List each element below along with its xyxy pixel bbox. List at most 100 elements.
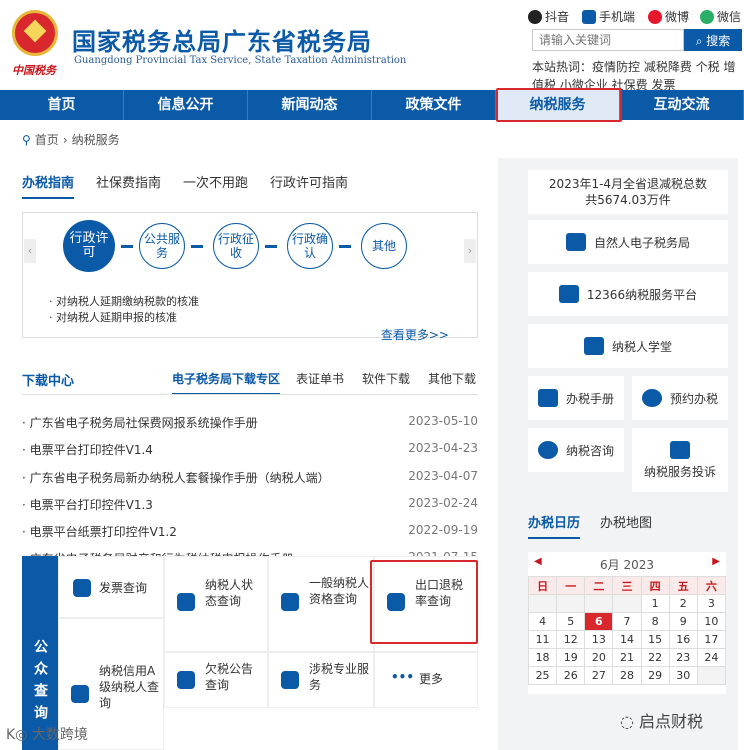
more-dots-icon: ••• [391,670,415,684]
calendar-month: 6月 2023 [600,558,654,572]
calendar-day[interactable]: 10 [696,612,727,631]
clock-icon [641,389,662,407]
tab-etax-download[interactable]: 电子税务局下载专区 [172,370,281,395]
nav-news[interactable]: 新闻动态 [248,90,372,120]
tax-arrears-button[interactable]: 欠税公告查询 [164,652,268,708]
invoice-query-button[interactable]: 发票查询 [58,556,164,618]
taxpayer-status-button[interactable]: 纳税人状态查询 [164,556,268,652]
calendar-day[interactable]: 6 [584,612,614,631]
download-row[interactable]: · 广东省电子税务局新办纳税人套餐操作手册（纳税人端） 2023-04-07 [22,469,478,486]
calendar-day[interactable]: 25 [527,666,558,685]
guide-item[interactable]: · 对纳税人延期申报的核准 [49,309,177,325]
calendar-day[interactable]: 21 [612,648,642,667]
export-rebate-button[interactable]: 出口退税率查询 [374,556,478,652]
calendar-day[interactable]: 5 [556,612,586,631]
search-input[interactable] [532,29,684,51]
flow-license[interactable]: 行政许可 [63,220,115,272]
tab-tax-map[interactable]: 办税地图 [600,512,652,539]
tab-software[interactable]: 软件下载 [362,370,410,395]
calendar-day[interactable]: 19 [556,648,586,667]
calendar-day[interactable]: 12 [556,630,586,649]
tab-no-trip[interactable]: 一次不用跑 [183,172,248,199]
calendar-day[interactable]: 30 [668,666,698,685]
calendar-day[interactable]: 13 [584,630,614,649]
guide-item[interactable]: · 对纳税人延期缴纳税款的核准 [49,293,199,309]
service-complaint-button[interactable]: 纳税服务投诉 [632,428,728,492]
tab-social-guide[interactable]: 社保费指南 [96,172,161,199]
download-row[interactable]: · 电票平台打印控件V1.3 2023-02-24 [22,496,478,513]
calendar-day[interactable]: 26 [556,666,586,685]
calendar-day[interactable]: 2 [668,594,698,613]
wechat-link[interactable]: 微信 [700,8,741,25]
flow-collection[interactable]: 行政征收 [213,223,259,269]
calendar-day[interactable]: 14 [612,630,642,649]
calendar-day[interactable]: 9 [668,612,698,631]
calendar-day[interactable]: 8 [640,612,670,631]
general-taxpayer-button[interactable]: 一般纳税人资格查询 [268,556,374,652]
tax-professional-button[interactable]: 涉税专业服务 [268,652,374,708]
breadcrumb: ⚲ 首页 › 纳税服务 [22,131,120,148]
nav-interaction[interactable]: 互动交流 [620,90,744,120]
tax-professional-icon [281,671,299,689]
tax-arrears-icon [177,671,195,689]
calendar-weekday: 三 [612,576,642,595]
calendar-day[interactable]: 11 [527,630,558,649]
tax-reduction-summary[interactable]: 2023年1-4月全省退减税总数共5674.03万件 [528,170,728,214]
calendar-day[interactable]: 24 [696,648,727,667]
flow-confirmation[interactable]: 行政确认 [287,223,333,269]
calendar-day[interactable]: 17 [696,630,727,649]
more-query-button[interactable]: ••• 更多 [374,652,478,708]
weibo-link[interactable]: 微博 [648,8,689,25]
tab-tax-calendar[interactable]: 办税日历 [528,512,581,539]
calendar-day[interactable]: 29 [640,666,670,685]
natural-person-etax-button[interactable]: 自然人电子税务局 [528,220,728,264]
calendar-day[interactable]: 22 [640,648,670,667]
nav-policy[interactable]: 政策文件 [372,90,496,120]
douyin-link[interactable]: 抖音 [528,8,569,25]
calendar-day[interactable]: 7 [612,612,642,631]
calendar-day[interactable]: 18 [527,648,558,667]
guide-more-link[interactable]: 查看更多>> [381,326,449,343]
calendar-weekday: 四 [640,576,670,595]
tab-other-download[interactable]: 其他下载 [428,370,476,395]
calendar-day[interactable]: 16 [668,630,698,649]
search-button[interactable]: ⌕ 搜索 [684,29,742,51]
calendar-day[interactable]: 28 [612,666,642,685]
weibo-icon [648,9,662,24]
calendar-day[interactable]: 1 [640,594,670,613]
calendar-day[interactable]: 4 [527,612,558,631]
tax-consult-button[interactable]: 纳税咨询 [528,428,624,472]
mobile-link[interactable]: 手机端 [582,8,635,25]
12366-platform-button[interactable]: 12366纳税服务平台 [528,272,728,316]
appointment-button[interactable]: 预约办税 [632,376,728,420]
breadcrumb-current: 纳税服务 [71,133,120,147]
calendar-day[interactable]: 3 [696,594,727,613]
next-month-button[interactable]: ▶ [712,556,720,567]
nav-home[interactable]: 首页 [0,90,124,120]
tab-license-guide[interactable]: 行政许可指南 [270,172,348,199]
tab-forms[interactable]: 表证单书 [296,370,344,395]
calendar-day[interactable]: 20 [584,648,614,667]
calendar-day[interactable]: 27 [584,666,614,685]
nav-tax-service[interactable]: 纳税服务 [496,90,620,120]
breadcrumb-home[interactable]: 首页 [35,131,59,148]
download-row[interactable]: · 电票平台纸票打印控件V1.2 2022-09-19 [22,523,478,540]
download-row[interactable]: · 电票平台打印控件V1.4 2023-04-23 [22,441,478,458]
flow-public-service[interactable]: 公共服务 [139,223,185,269]
flow-next-button[interactable]: › [464,239,476,263]
flow-other[interactable]: 其他 [361,223,407,269]
nav-info-public[interactable]: 信息公开 [124,90,248,120]
taxpayer-school-button[interactable]: 纳税人学堂 [528,324,728,368]
tax-manual-button[interactable]: 办税手册 [528,376,624,420]
flow-prev-button[interactable]: ‹ [24,239,36,263]
tab-tax-guide[interactable]: 办税指南 [22,172,75,199]
calendar-day[interactable]: 15 [640,630,670,649]
calendar-weekday: 一 [556,576,586,595]
brand-script-logo: 中国税务 [12,64,56,77]
calendar-tabs: 办税日历 办税地图 [528,512,674,539]
download-tabs: 电子税务局下载专区 表证单书 软件下载 其他下载 [172,370,476,395]
site-title: 国家税务总局广东省税务局 [72,28,372,56]
invoice-icon [73,579,91,597]
download-row[interactable]: · 广东省电子税务局社保费网报系统操作手册 2023-05-10 [22,414,478,431]
calendar-day[interactable]: 23 [668,648,698,667]
